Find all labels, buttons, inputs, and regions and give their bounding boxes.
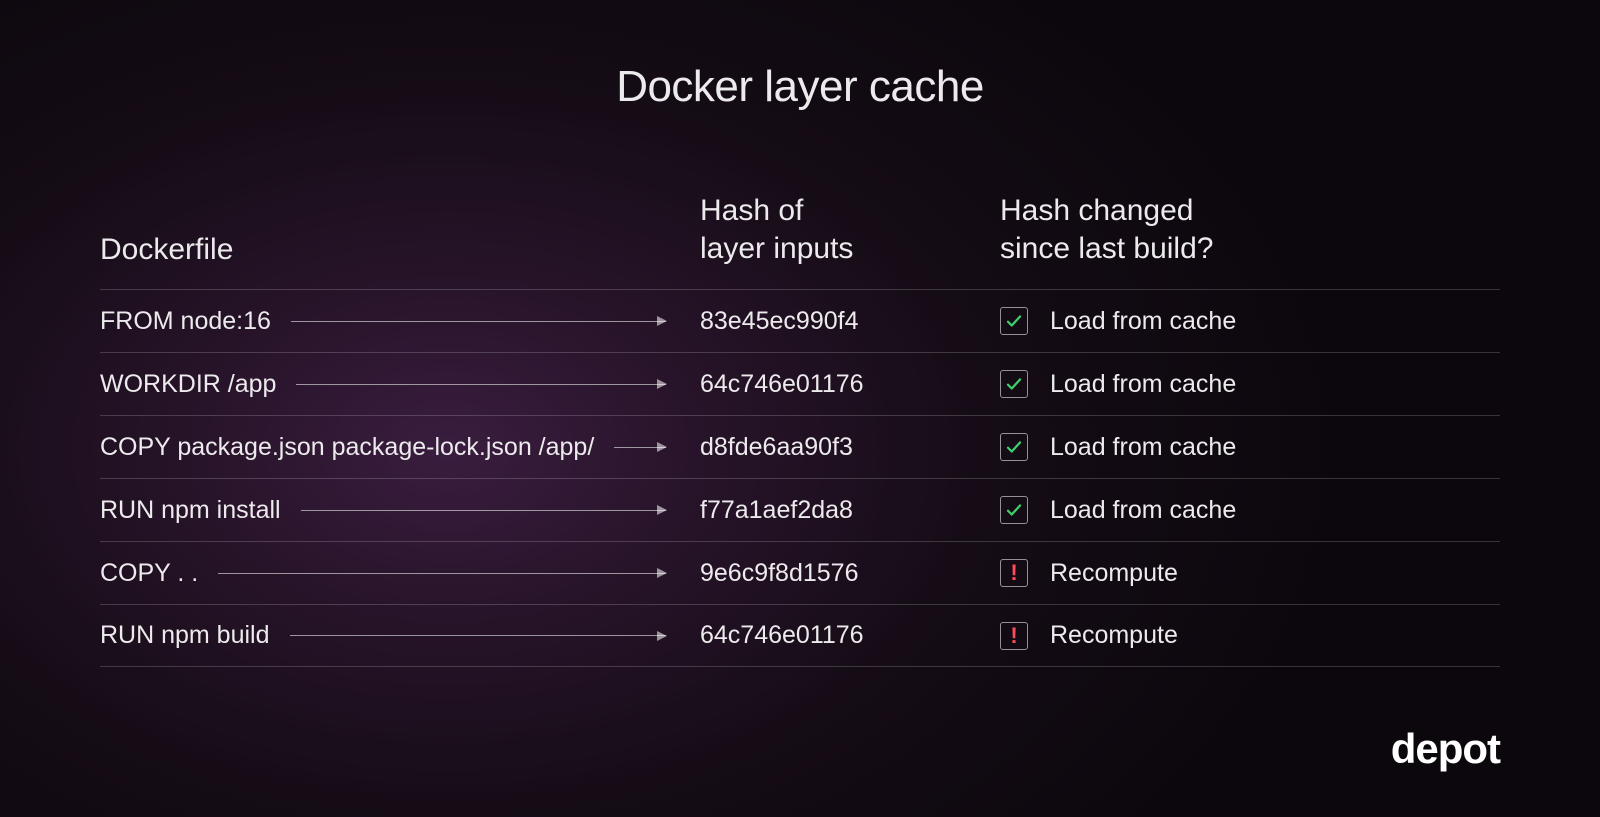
table-row: RUN npm build 64c746e01176! Recompute <box>100 604 1500 667</box>
cache-status: Load from cache <box>1000 307 1500 336</box>
status-label: Recompute <box>1050 559 1178 588</box>
check-icon <box>1000 370 1028 398</box>
dockerfile-command: RUN npm build <box>100 621 700 650</box>
arrow-right-icon <box>614 447 666 448</box>
check-icon <box>1000 496 1028 524</box>
header-dockerfile: Dockerfile <box>100 233 700 267</box>
header-status: Hash changed since last build? <box>1000 192 1500 267</box>
layer-hash: 64c746e01176 <box>700 370 1000 399</box>
status-label: Load from cache <box>1050 433 1236 462</box>
dockerfile-command: WORKDIR /app <box>100 370 700 399</box>
command-text: WORKDIR /app <box>100 370 276 399</box>
layer-hash: f77a1aef2da8 <box>700 496 1000 525</box>
cache-status: ! Recompute <box>1000 559 1500 588</box>
table-row: RUN npm install f77a1aef2da8 Load from cac… <box>100 478 1500 541</box>
cache-status: Load from cache <box>1000 370 1500 399</box>
table-row: COPY package.json package-lock.json /app… <box>100 415 1500 478</box>
dockerfile-command: COPY . . <box>100 559 700 588</box>
arrow-right-icon <box>290 635 666 636</box>
arrow-right-icon <box>301 510 666 511</box>
table-row: WORKDIR /app 64c746e01176 Load from cache <box>100 352 1500 415</box>
command-text: RUN npm build <box>100 621 270 650</box>
page-title: Docker layer cache <box>0 0 1600 112</box>
command-text: FROM node:16 <box>100 307 271 336</box>
layer-hash: 9e6c9f8d1576 <box>700 559 1000 588</box>
layer-cache-table: Dockerfile Hash of layer inputs Hash cha… <box>100 192 1500 667</box>
dockerfile-command: COPY package.json package-lock.json /app… <box>100 433 700 462</box>
alert-icon: ! <box>1000 559 1028 587</box>
status-label: Load from cache <box>1050 307 1236 336</box>
cache-status: Load from cache <box>1000 496 1500 525</box>
arrow-right-icon <box>296 384 666 385</box>
table-row: COPY . . 9e6c9f8d1576! Recompute <box>100 541 1500 604</box>
dockerfile-command: RUN npm install <box>100 496 700 525</box>
table-header: Dockerfile Hash of layer inputs Hash cha… <box>100 192 1500 289</box>
cache-status: Load from cache <box>1000 433 1500 462</box>
arrow-right-icon <box>291 321 666 322</box>
cache-status: ! Recompute <box>1000 621 1500 650</box>
dockerfile-command: FROM node:16 <box>100 307 700 336</box>
layer-hash: d8fde6aa90f3 <box>700 433 1000 462</box>
status-label: Load from cache <box>1050 370 1236 399</box>
alert-icon: ! <box>1000 622 1028 650</box>
arrow-right-icon <box>218 573 666 574</box>
status-label: Load from cache <box>1050 496 1236 525</box>
check-icon <box>1000 307 1028 335</box>
command-text: COPY . . <box>100 559 198 588</box>
depot-logo: depot <box>1391 725 1500 773</box>
check-icon <box>1000 433 1028 461</box>
layer-hash: 83e45ec990f4 <box>700 307 1000 336</box>
command-text: COPY package.json package-lock.json /app… <box>100 433 594 462</box>
layer-hash: 64c746e01176 <box>700 621 1000 650</box>
command-text: RUN npm install <box>100 496 281 525</box>
table-row: FROM node:16 83e45ec990f4 Load from cache <box>100 289 1500 352</box>
header-hash: Hash of layer inputs <box>700 192 1000 267</box>
status-label: Recompute <box>1050 621 1178 650</box>
